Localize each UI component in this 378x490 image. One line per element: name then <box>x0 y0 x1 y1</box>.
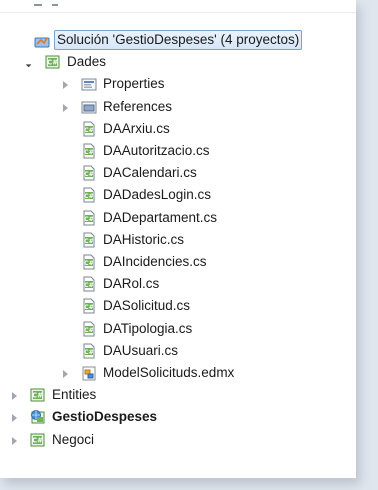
node-label: Dades <box>67 54 107 69</box>
tree-node-cs-file[interactable]: C# DACalendari.cs <box>81 163 199 183</box>
svg-text:C#: C# <box>32 392 43 400</box>
cs-file-icon: C# <box>81 276 97 292</box>
node-label: DADepartament.cs <box>103 210 218 225</box>
cs-file-icon: C# <box>81 298 97 314</box>
expand-arrow-icon[interactable] <box>61 103 70 112</box>
tree-node-references[interactable]: References <box>81 97 174 117</box>
csharp-project-icon: C# <box>45 54 61 70</box>
node-label: DAIncidencies.cs <box>103 254 207 269</box>
node-label: DADadesLogin.cs <box>103 187 212 202</box>
cs-file-icon: C# <box>81 321 97 337</box>
node-label: DAHistoric.cs <box>103 232 185 247</box>
toolbar-icon[interactable] <box>52 0 58 6</box>
svg-text:C#: C# <box>84 303 94 311</box>
cs-file-icon: C# <box>81 143 97 159</box>
svg-text:C#: C# <box>84 215 94 223</box>
tree-node-cs-file[interactable]: C# DAHistoric.cs <box>81 230 186 250</box>
tree-node-cs-file[interactable]: C# DASolicitud.cs <box>81 296 192 316</box>
tree-node-project-entities[interactable]: C# Entities <box>30 385 98 405</box>
cs-file-icon: C# <box>81 165 97 181</box>
svg-text:C#: C# <box>84 192 94 200</box>
tree-node-edmx[interactable]: ModelSolicituds.edmx <box>81 363 236 383</box>
tree-node-cs-file[interactable]: C# DARol.cs <box>81 274 161 294</box>
svg-text:C#: C# <box>84 170 94 178</box>
edmx-icon <box>81 365 97 381</box>
svg-text:C#: C# <box>32 437 43 445</box>
tree-node-cs-file[interactable]: C# DAArxiu.cs <box>81 119 172 139</box>
node-label: DASolicitud.cs <box>103 298 191 313</box>
svg-text:C#: C# <box>84 148 94 156</box>
node-label: Negoci <box>52 432 95 447</box>
svg-text:C#: C# <box>84 126 94 134</box>
node-label: DAAutoritzacio.cs <box>103 143 210 158</box>
expand-arrow-icon[interactable] <box>61 369 70 378</box>
tree-node-cs-file[interactable]: C# DAIncidencies.cs <box>81 252 209 272</box>
svg-text:C#: C# <box>84 237 94 245</box>
solution-explorer-panel: Solución 'GestioDespeses' (4 proyectos) C… <box>0 0 356 478</box>
cs-file-icon: C# <box>81 232 97 248</box>
cs-file-icon: C# <box>81 254 97 270</box>
node-label: Solución 'GestioDespeses' (4 proyectos) <box>54 30 303 50</box>
svg-text:C#: C# <box>84 259 94 267</box>
tree-node-dades[interactable]: C# Dades <box>45 52 108 72</box>
toolbar-strip <box>0 0 356 13</box>
expand-arrow-icon[interactable] <box>10 413 19 422</box>
svg-text:C#: C# <box>84 348 94 356</box>
node-label: DATipologia.cs <box>103 321 193 336</box>
node-label: DAUsuari.cs <box>103 343 179 358</box>
tree-node-cs-file[interactable]: C# DADadesLogin.cs <box>81 185 213 205</box>
cs-file-icon: C# <box>81 121 97 137</box>
node-label: DAArxiu.cs <box>103 121 170 136</box>
svg-text:C#: C# <box>84 326 94 334</box>
node-label: DARol.cs <box>103 276 160 291</box>
web-project-icon <box>30 409 46 425</box>
csharp-project-icon: C# <box>30 387 46 403</box>
toolbar-icon[interactable] <box>34 0 42 6</box>
tree-node-cs-file[interactable]: C# DADepartament.cs <box>81 208 219 228</box>
svg-text:C#: C# <box>47 59 58 67</box>
csharp-project-icon: C# <box>30 432 46 448</box>
tree-node-project-negoci[interactable]: C# Negoci <box>30 430 96 450</box>
node-label: Entities <box>52 387 97 402</box>
expand-arrow-icon[interactable] <box>10 391 19 400</box>
properties-icon <box>81 76 97 92</box>
collapse-arrow-icon[interactable] <box>25 58 34 67</box>
solution-icon <box>34 32 50 48</box>
tree-node-cs-file[interactable]: C# DAUsuari.cs <box>81 341 180 361</box>
expand-arrow-icon[interactable] <box>61 80 70 89</box>
cs-file-icon: C# <box>81 210 97 226</box>
node-label: ModelSolicituds.edmx <box>103 365 235 380</box>
svg-text:C#: C# <box>84 281 94 289</box>
tree-node-cs-file[interactable]: C# DAAutoritzacio.cs <box>81 141 212 161</box>
expand-arrow-icon[interactable] <box>10 436 19 445</box>
references-icon <box>81 99 97 115</box>
tree-node-cs-file[interactable]: C# DATipologia.cs <box>81 319 194 339</box>
cs-file-icon: C# <box>81 343 97 359</box>
tree-node-properties[interactable]: Properties <box>81 74 167 94</box>
node-label: GestioDespeses <box>52 409 158 424</box>
node-label: Properties <box>103 76 165 91</box>
tree-node-solution[interactable]: Solución 'GestioDespeses' (4 proyectos) <box>34 30 303 50</box>
node-label: DACalendari.cs <box>103 165 197 180</box>
cs-file-icon: C# <box>81 187 97 203</box>
tree-node-project-gestiodespeses[interactable]: GestioDespeses <box>30 407 159 427</box>
node-label: References <box>103 99 173 114</box>
